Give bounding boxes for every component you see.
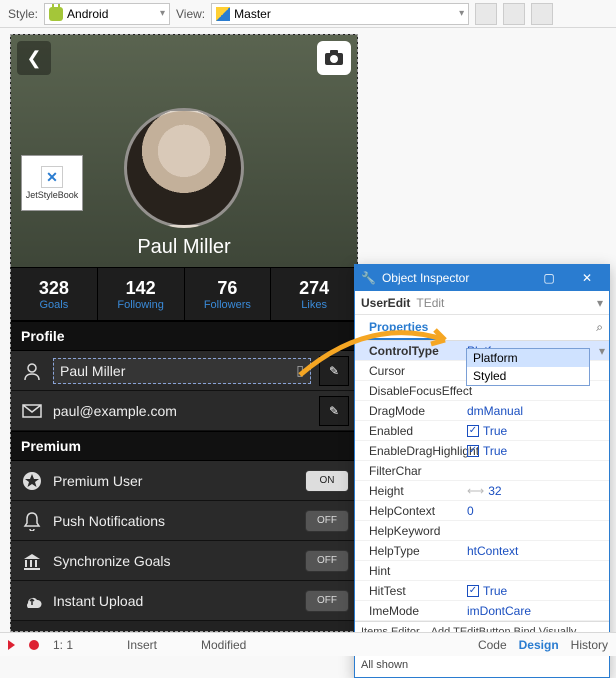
- stat-likes[interactable]: 274Likes: [271, 268, 357, 320]
- hero-panel: ❮ ✕ JetStyleBook Paul Miller: [11, 35, 357, 267]
- maximize-button[interactable]: ▢: [533, 268, 565, 288]
- controltype-dropdown[interactable]: Platform Styled: [466, 348, 590, 386]
- wrench-icon: 🔧: [361, 271, 376, 285]
- stats-bar: 328Goals 142Following 76Followers 274Lik…: [11, 267, 357, 321]
- modified-flag: Modified: [201, 638, 261, 652]
- prop-HelpType[interactable]: HelpTypehtContext: [355, 541, 609, 561]
- user-edit-field[interactable]: Paul Miller ▯: [53, 358, 311, 384]
- toolbar-button-3[interactable]: [531, 3, 553, 25]
- design-surface[interactable]: ❮ ✕ JetStyleBook Paul Miller 328Goals 14…: [10, 34, 358, 632]
- close-button[interactable]: ✕: [571, 268, 603, 288]
- inspector-titlebar[interactable]: 🔧 Object Inspector ▢ ✕: [355, 265, 609, 291]
- prop-Height[interactable]: Height⟷32: [355, 481, 609, 501]
- stylebook-icon: ✕: [41, 166, 63, 188]
- stat-followers[interactable]: 76Followers: [185, 268, 272, 320]
- dropdown-option-styled[interactable]: Styled: [467, 367, 589, 385]
- play-icon[interactable]: [8, 640, 15, 650]
- edit-name-button[interactable]: ✎: [319, 356, 349, 386]
- prop-HelpContext[interactable]: HelpContext0: [355, 501, 609, 521]
- record-icon[interactable]: [29, 640, 39, 650]
- selected-class: TEdit: [416, 296, 444, 310]
- android-icon: [49, 7, 63, 21]
- camera-icon: [324, 50, 344, 66]
- style-toolbar: Style: Android ▾ View: Master ▾: [0, 0, 616, 28]
- status-bar: 1: 1 Insert Modified Code Design History: [0, 632, 616, 656]
- bank-icon: [19, 548, 45, 574]
- footer-allshown: All shown: [361, 655, 603, 671]
- premium-row-0: Premium User ON: [11, 461, 357, 501]
- premium-label-3: Instant Upload: [53, 593, 297, 609]
- switch-sync[interactable]: OFF: [305, 550, 349, 572]
- user-name-display: Paul Miller: [137, 236, 230, 259]
- camera-button[interactable]: [317, 41, 351, 75]
- chevron-down-icon: ▾: [597, 296, 603, 310]
- prop-HitTest[interactable]: HitTest✓True: [355, 581, 609, 601]
- back-button[interactable]: ❮: [17, 41, 51, 75]
- premium-label-0: Premium User: [53, 473, 297, 489]
- upload-icon: [19, 588, 45, 614]
- premium-header: Premium: [11, 431, 357, 461]
- profile-header: Profile: [11, 321, 357, 351]
- edit-email-button[interactable]: ✎: [319, 396, 349, 426]
- master-icon: [216, 7, 230, 21]
- tab-code[interactable]: Code: [478, 638, 507, 652]
- bell-icon: [19, 508, 45, 534]
- mail-icon: [19, 398, 45, 424]
- style-label: Style:: [8, 7, 38, 21]
- prop-HelpKeyword[interactable]: HelpKeyword: [355, 521, 609, 541]
- star-icon: [19, 468, 45, 494]
- prop-FilterChar[interactable]: FilterChar: [355, 461, 609, 481]
- toolbar-button-2[interactable]: [503, 3, 525, 25]
- switch-push[interactable]: OFF: [305, 510, 349, 532]
- email-field[interactable]: paul@example.com: [53, 403, 311, 419]
- cursor-pos: 1: 1: [53, 638, 113, 652]
- prop-DragMode[interactable]: DragModedmManual: [355, 401, 609, 421]
- selected-name: UserEdit: [361, 296, 410, 310]
- prop-EnableDragHighlight[interactable]: EnableDragHighlight✓True: [355, 441, 609, 461]
- name-row: Paul Miller ▯ ✎: [11, 351, 357, 391]
- inspector-selector[interactable]: UserEdit TEdit ▾: [355, 291, 609, 315]
- stylebook-label: JetStyleBook: [26, 190, 79, 200]
- tab-design[interactable]: Design: [519, 638, 559, 652]
- user-edit-value: Paul Miller: [60, 363, 125, 379]
- stat-following[interactable]: 142Following: [98, 268, 185, 320]
- tab-history[interactable]: History: [571, 638, 608, 652]
- switch-premium[interactable]: ON: [305, 470, 349, 492]
- inspector-tabs: Properties ⌕: [355, 315, 609, 341]
- prop-Enabled[interactable]: Enabled✓True: [355, 421, 609, 441]
- chevron-down-icon: ▾: [160, 8, 165, 19]
- style-value: Android: [67, 7, 108, 21]
- premium-label-1: Push Notifications: [53, 513, 297, 529]
- bottom-tabs: Code Design History: [478, 638, 608, 652]
- person-icon: [19, 358, 45, 384]
- view-label: View:: [176, 7, 205, 21]
- premium-label-2: Synchronize Goals: [53, 553, 297, 569]
- premium-row-3: Instant Upload OFF: [11, 581, 357, 621]
- premium-row-1: Push Notifications OFF: [11, 501, 357, 541]
- dropdown-option-platform[interactable]: Platform: [467, 349, 589, 367]
- stylebook[interactable]: ✕ JetStyleBook: [21, 155, 83, 211]
- style-combo[interactable]: Android ▾: [44, 3, 170, 25]
- prop-Hint[interactable]: Hint: [355, 561, 609, 581]
- switch-upload[interactable]: OFF: [305, 590, 349, 612]
- object-inspector[interactable]: 🔧 Object Inspector ▢ ✕ UserEdit TEdit ▾ …: [354, 264, 610, 678]
- premium-row-2: Synchronize Goals OFF: [11, 541, 357, 581]
- inspector-title: Object Inspector: [382, 271, 469, 285]
- phone-icon: ▯: [296, 362, 304, 379]
- avatar: [124, 108, 244, 228]
- search-icon[interactable]: ⌕: [596, 320, 603, 335]
- view-value: Master: [234, 7, 271, 21]
- prop-ImeMode[interactable]: ImeModeimDontCare: [355, 601, 609, 621]
- chevron-down-icon: ▾: [459, 8, 464, 19]
- toolbar-button-1[interactable]: [475, 3, 497, 25]
- tab-properties[interactable]: Properties: [361, 316, 436, 340]
- email-row: paul@example.com ✎: [11, 391, 357, 431]
- stat-goals[interactable]: 328Goals: [11, 268, 98, 320]
- view-combo[interactable]: Master ▾: [211, 3, 469, 25]
- insert-mode: Insert: [127, 638, 187, 652]
